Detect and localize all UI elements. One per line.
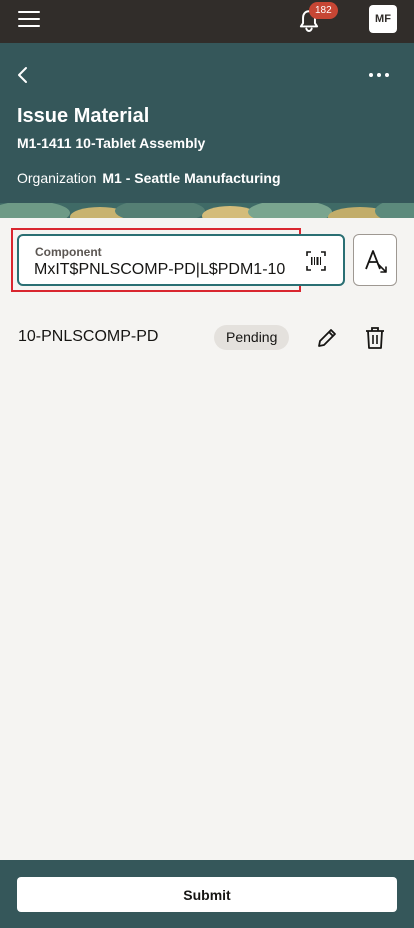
back-chevron-icon[interactable] [14, 65, 32, 85]
page-title: Issue Material [17, 105, 150, 127]
item-name: 10-PNLSCOMP-PD [18, 328, 159, 345]
organization-value: M1 - Seattle Manufacturing [102, 170, 281, 186]
more-options-icon[interactable] [366, 67, 392, 83]
component-field[interactable]: Component [17, 234, 345, 286]
barcode-scan-icon[interactable] [305, 250, 327, 272]
footer-bar: Submit [0, 860, 414, 928]
pencil-icon[interactable] [316, 327, 338, 349]
decorative-leaf-pattern [0, 203, 414, 218]
avatar[interactable]: MF [369, 5, 397, 33]
trash-icon[interactable] [364, 326, 386, 350]
content-area [0, 218, 414, 860]
submit-button[interactable]: Submit [17, 877, 397, 912]
component-input[interactable] [34, 258, 296, 282]
work-order-subtitle: M1-1411 10-Tablet Assembly [17, 135, 206, 151]
page-header: Issue Material M1-1411 10-Tablet Assembl… [0, 43, 414, 218]
organization-label: Organization [17, 170, 97, 186]
text-size-button[interactable] [353, 234, 397, 286]
notification-badge: 182 [309, 2, 338, 19]
organization-row: Organization M1 - Seattle Manufacturing [17, 170, 281, 186]
status-badge: Pending [214, 325, 290, 350]
text-size-icon [365, 250, 387, 273]
hamburger-icon[interactable] [18, 11, 40, 27]
list-item[interactable]: 10-PNLSCOMP-PD Pending [0, 318, 414, 358]
top-bar: 182 MF [0, 0, 414, 43]
component-label: Component [35, 245, 102, 259]
